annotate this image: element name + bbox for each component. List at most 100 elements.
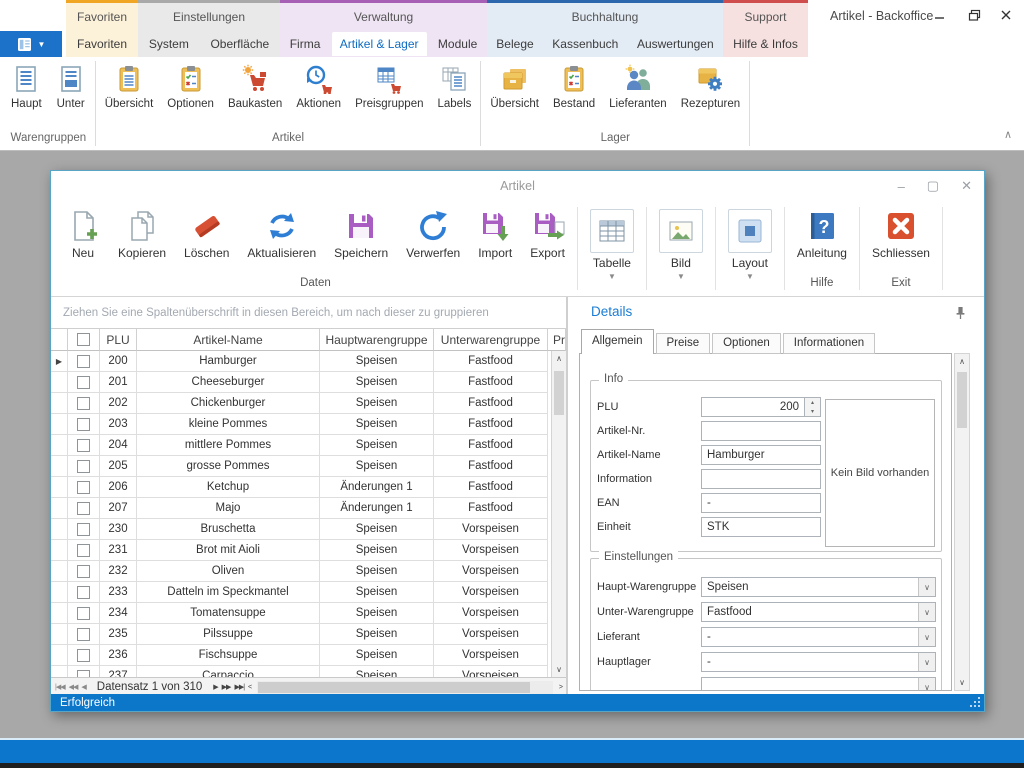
cell-unterwarengruppe[interactable]: Fastfood bbox=[434, 393, 548, 414]
row-checkbox[interactable] bbox=[77, 418, 90, 431]
row-checkbox[interactable] bbox=[77, 607, 90, 620]
cell-unterwarengruppe[interactable]: Fastfood bbox=[434, 498, 548, 519]
ribbon-button-unter[interactable]: Unter bbox=[49, 62, 93, 112]
anleitung-button[interactable]: ? Anleitung bbox=[788, 209, 856, 260]
row-checkbox[interactable] bbox=[77, 397, 90, 410]
cell-hauptwarengruppe[interactable]: Änderungen 1 bbox=[320, 498, 434, 519]
row-checkbox[interactable] bbox=[77, 439, 90, 452]
row-checkbox[interactable] bbox=[77, 460, 90, 473]
cell-plu[interactable]: 201 bbox=[100, 372, 137, 393]
row-checkbox[interactable] bbox=[77, 670, 90, 678]
cell-plu[interactable]: 237 bbox=[100, 666, 137, 677]
row-checkbox[interactable] bbox=[77, 565, 90, 578]
group-by-panel[interactable]: Ziehen Sie eine Spaltenüberschrift in di… bbox=[51, 297, 566, 329]
cell-artikel-name[interactable]: Chickenburger bbox=[137, 393, 320, 414]
cell-hauptwarengruppe[interactable]: Speisen bbox=[320, 519, 434, 540]
cell-plu[interactable]: 232 bbox=[100, 561, 137, 582]
combo-dropdown-icon[interactable]: ∨ bbox=[918, 628, 935, 646]
column-header-plu[interactable]: PLU bbox=[100, 329, 137, 351]
cell-plu[interactable]: 204 bbox=[100, 435, 137, 456]
table-row[interactable]: 206KetchupÄnderungen 1Fastfood bbox=[51, 477, 551, 498]
row-checkbox[interactable] bbox=[77, 376, 90, 389]
cell-artikel-name[interactable]: Cheeseburger bbox=[137, 372, 320, 393]
ribbon-button-bestand[interactable]: Bestand bbox=[546, 62, 602, 112]
cell-unterwarengruppe[interactable]: Fastfood bbox=[434, 414, 548, 435]
cell-hauptwarengruppe[interactable]: Änderungen 1 bbox=[320, 477, 434, 498]
input-PLU[interactable]: 200 bbox=[701, 397, 805, 417]
cell-hauptwarengruppe[interactable]: Speisen bbox=[320, 666, 434, 677]
cell-artikel-name[interactable]: Tomatensuppe bbox=[137, 603, 320, 624]
tab-system[interactable]: System bbox=[141, 32, 197, 56]
cell-artikel-name[interactable]: Pilssuppe bbox=[137, 624, 320, 645]
combo-Haupt-Warengruppe[interactable]: Speisen∨ bbox=[701, 577, 936, 597]
tab-favoriten[interactable]: Favoriten bbox=[69, 32, 135, 56]
window-maximize-button[interactable]: ▢ bbox=[927, 178, 939, 194]
window-close-button[interactable]: ✕ bbox=[961, 178, 972, 194]
cell-artikel-name[interactable]: grosse Pommes bbox=[137, 456, 320, 477]
input-Einheit[interactable]: STK bbox=[701, 517, 821, 537]
input-Artikel-Name[interactable]: Hamburger bbox=[701, 445, 821, 465]
cell-plu[interactable]: 236 bbox=[100, 645, 137, 666]
hscroll-right-arrow[interactable]: > bbox=[559, 684, 562, 691]
input-EAN[interactable]: - bbox=[701, 493, 821, 513]
cell-hauptwarengruppe[interactable]: Speisen bbox=[320, 603, 434, 624]
cell-hauptwarengruppe[interactable]: Speisen bbox=[320, 435, 434, 456]
cell-plu[interactable]: 202 bbox=[100, 393, 137, 414]
table-row[interactable]: 234TomatensuppeSpeisenVorspeisen bbox=[51, 603, 551, 624]
cell-plu[interactable]: 203 bbox=[100, 414, 137, 435]
cell-artikel-name[interactable]: Bruschetta bbox=[137, 519, 320, 540]
ribbon-button-haupt[interactable]: Haupt bbox=[4, 62, 49, 112]
combo-dropdown-icon[interactable]: ∨ bbox=[918, 603, 935, 621]
loeschen-button[interactable]: Löschen bbox=[175, 209, 238, 260]
tab-oberflaeche[interactable]: Oberfläche bbox=[202, 32, 277, 56]
cell-artikel-name[interactable]: Fischsuppe bbox=[137, 645, 320, 666]
combo-empty[interactable]: ∨ bbox=[701, 677, 936, 691]
scroll-down-arrow-icon[interactable]: ∨ bbox=[955, 675, 969, 690]
ribbon-button-artikel-optionen[interactable]: Optionen bbox=[160, 62, 221, 112]
ribbon-collapse-button[interactable]: ∧ bbox=[1004, 128, 1012, 141]
row-checkbox[interactable] bbox=[77, 523, 90, 536]
ribbon-button-artikel-uebersicht[interactable]: Übersicht bbox=[98, 62, 161, 112]
table-row[interactable]: 236FischsuppeSpeisenVorspeisen bbox=[51, 645, 551, 666]
cell-plu[interactable]: 205 bbox=[100, 456, 137, 477]
aktualisieren-button[interactable]: Aktualisieren bbox=[238, 209, 325, 260]
tab-informationen[interactable]: Informationen bbox=[783, 333, 875, 354]
next-page-button[interactable]: ▶▶ bbox=[222, 683, 231, 691]
row-checkbox[interactable] bbox=[77, 649, 90, 662]
verwerfen-button[interactable]: Verwerfen bbox=[397, 209, 469, 260]
combo-Lieferant[interactable]: -∨ bbox=[701, 627, 936, 647]
column-header-hauptwarengruppe[interactable]: Hauptwarengruppe bbox=[320, 329, 434, 351]
table-row[interactable]: 235PilssuppeSpeisenVorspeisen bbox=[51, 624, 551, 645]
layout-dropdown-button[interactable]: Layout ▼ bbox=[719, 209, 781, 281]
hscrollbar-thumb[interactable] bbox=[258, 682, 530, 693]
cell-plu[interactable]: 206 bbox=[100, 477, 137, 498]
table-row[interactable]: 207MajoÄnderungen 1Fastfood bbox=[51, 498, 551, 519]
cell-hauptwarengruppe[interactable]: Speisen bbox=[320, 540, 434, 561]
ribbon-button-aktionen[interactable]: Aktionen bbox=[289, 62, 348, 112]
prev-page-button[interactable]: ◀◀ bbox=[69, 683, 78, 691]
row-checkbox[interactable] bbox=[77, 502, 90, 515]
window-minimize-button[interactable]: – bbox=[898, 179, 905, 194]
table-row[interactable]: 204mittlere PommesSpeisenFastfood bbox=[51, 435, 551, 456]
tab-auswertungen[interactable]: Auswertungen bbox=[629, 32, 722, 56]
table-row[interactable]: 201CheeseburgerSpeisenFastfood bbox=[51, 372, 551, 393]
neu-button[interactable]: Neu bbox=[57, 209, 109, 260]
cell-unterwarengruppe[interactable]: Vorspeisen bbox=[434, 603, 548, 624]
cell-unterwarengruppe[interactable]: Vorspeisen bbox=[434, 519, 548, 540]
tab-kassenbuch[interactable]: Kassenbuch bbox=[544, 32, 626, 56]
table-row[interactable]: 237CarpaccioSpeisenVorspeisen bbox=[51, 666, 551, 677]
scroll-up-arrow-icon[interactable]: ∧ bbox=[955, 354, 969, 369]
combo-Hauptlager[interactable]: -∨ bbox=[701, 652, 936, 672]
table-row[interactable]: 233Datteln im SpeckmantelSpeisenVorspeis… bbox=[51, 582, 551, 603]
pin-icon[interactable] bbox=[955, 306, 966, 325]
ribbon-button-rezepturen[interactable]: Rezepturen bbox=[674, 62, 747, 112]
ribbon-button-lieferanten[interactable]: Lieferanten bbox=[602, 62, 674, 112]
scrollbar-thumb[interactable] bbox=[554, 371, 564, 415]
hscroll-left-arrow[interactable]: < bbox=[248, 684, 251, 691]
cell-unterwarengruppe[interactable]: Fastfood bbox=[434, 351, 548, 372]
input-Artikel-Nr.[interactable] bbox=[701, 421, 821, 441]
cell-plu[interactable]: 200 bbox=[100, 351, 137, 372]
cell-plu[interactable]: 235 bbox=[100, 624, 137, 645]
horizontal-scrollbar[interactable] bbox=[257, 681, 553, 694]
schliessen-button[interactable]: Schliessen bbox=[863, 209, 939, 260]
